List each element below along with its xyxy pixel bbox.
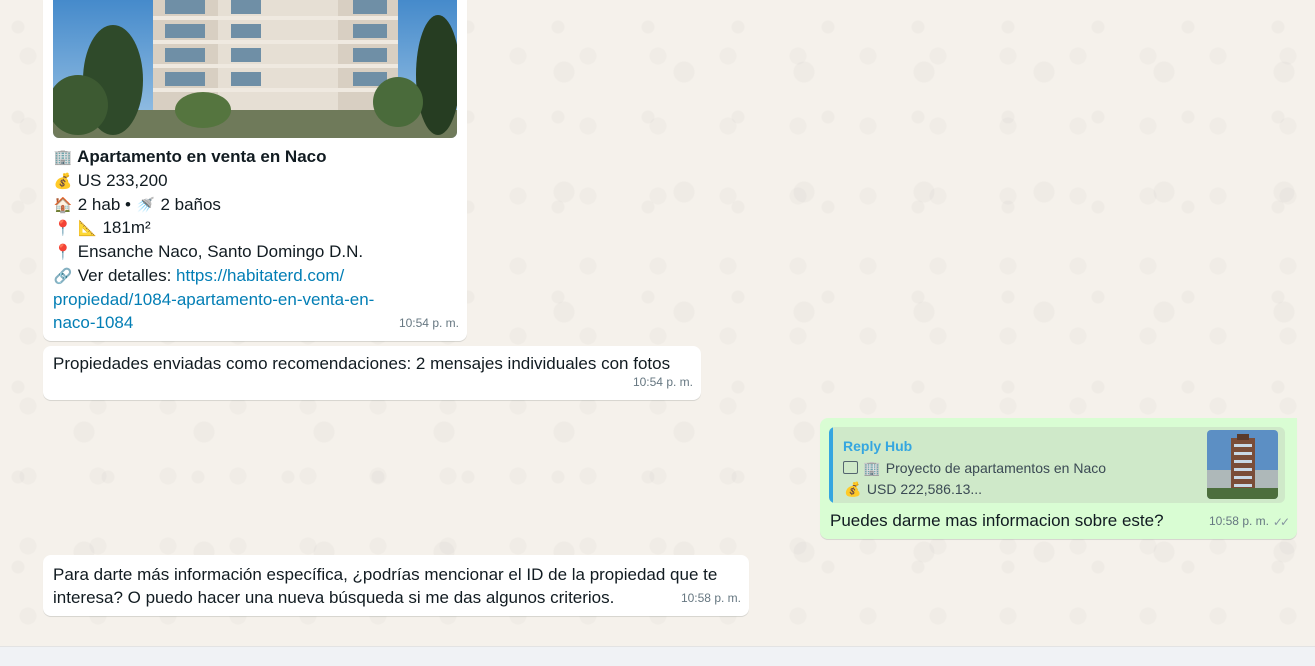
details-label: Ver detalles: [77,266,172,285]
property-price-line: 💰 US 233,200 [53,169,168,194]
property-link-continued[interactable]: propiedad/1084-apartamento-en-venta-en- [53,288,374,312]
money-bag-icon: 💰 [844,482,862,498]
property-area-line: 📍 📐 181m² [53,216,151,241]
composer-bar[interactable] [0,646,1315,666]
property-rooms-line: 🏠 2 hab • 🚿 2 baños [53,193,221,218]
property-title-line: 🏢 Apartamento en venta en Naco [53,145,327,170]
property-baths: 2 baños [160,195,221,214]
property-photo[interactable] [53,0,457,138]
triangular-ruler-icon: 📐 [78,219,98,237]
quoted-message[interactable]: Reply Hub 🏢 Proyecto de apartamentos en … [829,427,1285,503]
property-area: 181m² [102,218,151,237]
apartment-tower-thumbnail [1207,430,1278,499]
reply-text-line-1: Para darte más información específica, ¿… [53,565,718,584]
message-timestamp: 10:58 p. m. [680,590,741,605]
quoted-price-line: 💰 USD 222,586.13... [843,478,982,503]
reply-message[interactable]: Para darte más información específica, ¿… [43,555,749,616]
summary-message[interactable]: Propiedades enviadas como recomendacione… [43,346,701,400]
message-timestamp: 10:54 p. m. [632,374,693,389]
outgoing-message[interactable]: Reply Hub 🏢 Proyecto de apartamentos en … [820,418,1297,539]
property-link[interactable]: https://habitaterd.com/ [176,266,344,285]
pin-icon: 📍 [53,219,73,237]
message-timestamp: 10:58 p. m. [1208,513,1269,528]
property-location: Ensanche Naco, Santo Domingo D.N. [77,242,364,261]
link-icon: 🔗 [53,267,73,285]
image-icon [843,461,858,474]
money-bag-icon: 💰 [53,172,73,190]
quoted-title: Proyecto de apartamentos en Naco [885,460,1107,476]
property-rooms: 2 hab [77,195,121,214]
quote-accent-bar [829,427,833,503]
pin-icon: 📍 [53,243,73,261]
house-icon: 🏠 [53,196,73,214]
shower-icon: 🚿 [136,196,156,214]
message-timestamp: 10:54 p. m. [398,315,459,330]
property-card-message[interactable]: 🏢 Apartamento en venta en Naco 💰 US 233,… [43,0,467,341]
property-title: Apartamento en venta en Naco [77,147,327,166]
quoted-price: USD 222,586.13... [866,481,983,497]
double-check-icon: ✓✓ [1272,514,1290,529]
property-details-line: 🔗 Ver detalles: https://habitaterd.com/ [53,264,345,289]
property-price: US 233,200 [77,171,168,190]
apartment-building-image [53,0,457,138]
quoted-thumbnail [1207,430,1278,499]
summary-text: Propiedades enviadas como recomendacione… [53,354,671,373]
building-icon: 🏢 [53,148,73,166]
property-location-line: 📍 Ensanche Naco, Santo Domingo D.N. [53,240,363,265]
property-link-end[interactable]: naco-1084 [53,311,133,335]
quoted-author: Reply Hub [843,438,913,454]
outgoing-text: Puedes darme mas informacion sobre este? [830,511,1164,530]
rooms-separator: • [125,195,131,214]
reply-text-line-2: interesa? O puedo hacer una nueva búsque… [53,588,615,607]
